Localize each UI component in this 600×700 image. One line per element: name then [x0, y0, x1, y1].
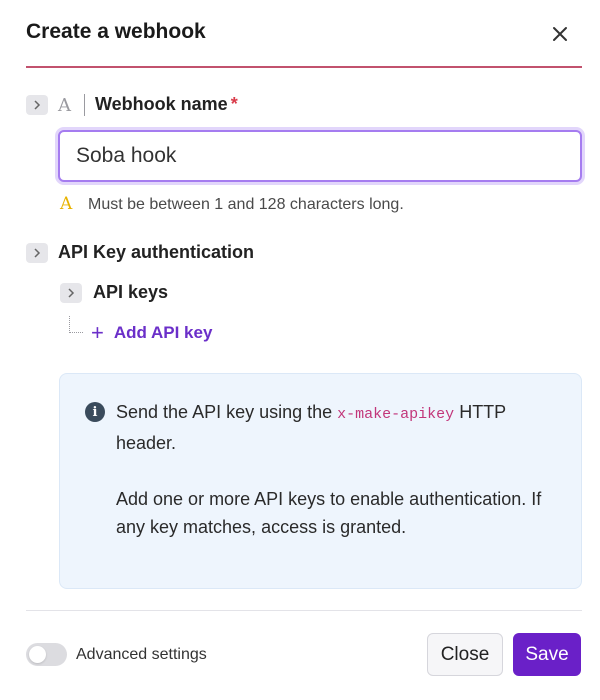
header-name-code: x-make-apikey: [337, 406, 455, 423]
info-callout: i Send the API key using the x-make-apik…: [59, 373, 582, 589]
label-separator: [84, 94, 85, 116]
plus-icon: +: [91, 320, 104, 345]
expand-api-auth-chevron-icon[interactable]: [26, 243, 48, 263]
close-button[interactable]: Close: [427, 633, 503, 676]
hint-text-icon: A: [60, 194, 73, 214]
info-icon: i: [85, 402, 105, 422]
close-icon[interactable]: [546, 20, 574, 48]
header-divider: [26, 66, 582, 68]
expand-webhook-name-chevron-icon[interactable]: [26, 95, 48, 115]
api-key-auth-label: API Key authentication: [58, 242, 255, 262]
add-api-key-label: Add API key: [113, 323, 213, 342]
webhook-name-label: Webhook name *: [95, 94, 238, 114]
footer-divider: [26, 610, 582, 611]
info-line-2: Add one or more API keys to enable authe…: [116, 489, 542, 537]
info-line-1: Send the API key using the x-make-apikey…: [116, 402, 506, 453]
text-type-icon: A: [58, 95, 71, 116]
advanced-settings-label: Advanced settings: [76, 646, 207, 663]
required-marker: *: [230, 94, 238, 114]
advanced-settings-toggle[interactable]: [26, 643, 67, 666]
webhook-name-input[interactable]: [58, 130, 582, 182]
save-button[interactable]: Save: [513, 633, 581, 676]
dialog-title: Create a webhook: [26, 20, 206, 43]
tree-connector: [69, 316, 83, 333]
webhook-name-hint: Must be between 1 and 128 characters lon…: [88, 196, 404, 213]
add-api-key-button[interactable]: + Add API key: [91, 322, 212, 344]
dialog-header: Create a webhook: [26, 0, 582, 68]
info-text: Send the API key using the x-make-apikey…: [116, 398, 556, 541]
expand-api-keys-chevron-icon[interactable]: [60, 283, 82, 303]
toggle-knob: [29, 646, 46, 663]
api-keys-label: API keys: [93, 282, 169, 302]
